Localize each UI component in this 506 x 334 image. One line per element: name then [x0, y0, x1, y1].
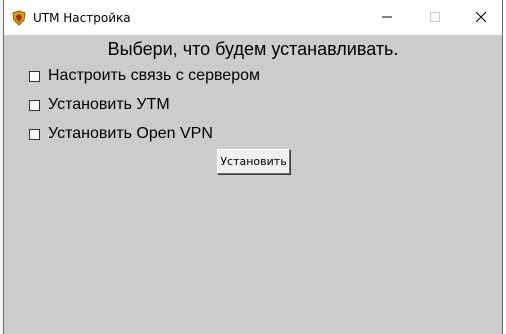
close-icon — [475, 9, 487, 27]
checkbox-configure-server[interactable] — [29, 70, 40, 82]
option-configure-server[interactable]: Настроить связь с сервером — [29, 66, 260, 86]
option-label: Настроить связь с сервером — [48, 67, 260, 84]
client-area: Выбери, что будем устанавливать. Настрои… — [4, 35, 502, 334]
window-title: UTM Настройка — [33, 11, 131, 25]
minimize-icon — [382, 9, 392, 27]
checkbox-install-openvpn[interactable] — [29, 128, 40, 140]
option-install-openvpn[interactable]: Установить Open VPN — [29, 124, 213, 144]
utm-setup-window: UTM Настройка Выбери, что будем устанавл… — [3, 0, 503, 334]
shield-emblem-icon — [11, 10, 27, 26]
titlebar[interactable]: UTM Настройка — [4, 0, 502, 35]
option-install-utm[interactable]: Установить УТМ — [29, 95, 170, 115]
maximize-icon — [430, 9, 440, 27]
page-title: Выбери, что будем устанавливать. — [107, 39, 399, 59]
minimize-button[interactable] — [364, 0, 410, 35]
option-label: Установить Open VPN — [48, 125, 213, 142]
install-button[interactable]: Установить — [217, 149, 290, 174]
checkbox-install-utm[interactable] — [29, 99, 40, 111]
option-label: Установить УТМ — [48, 96, 170, 113]
close-button[interactable] — [458, 0, 504, 35]
maximize-button[interactable] — [412, 0, 458, 35]
